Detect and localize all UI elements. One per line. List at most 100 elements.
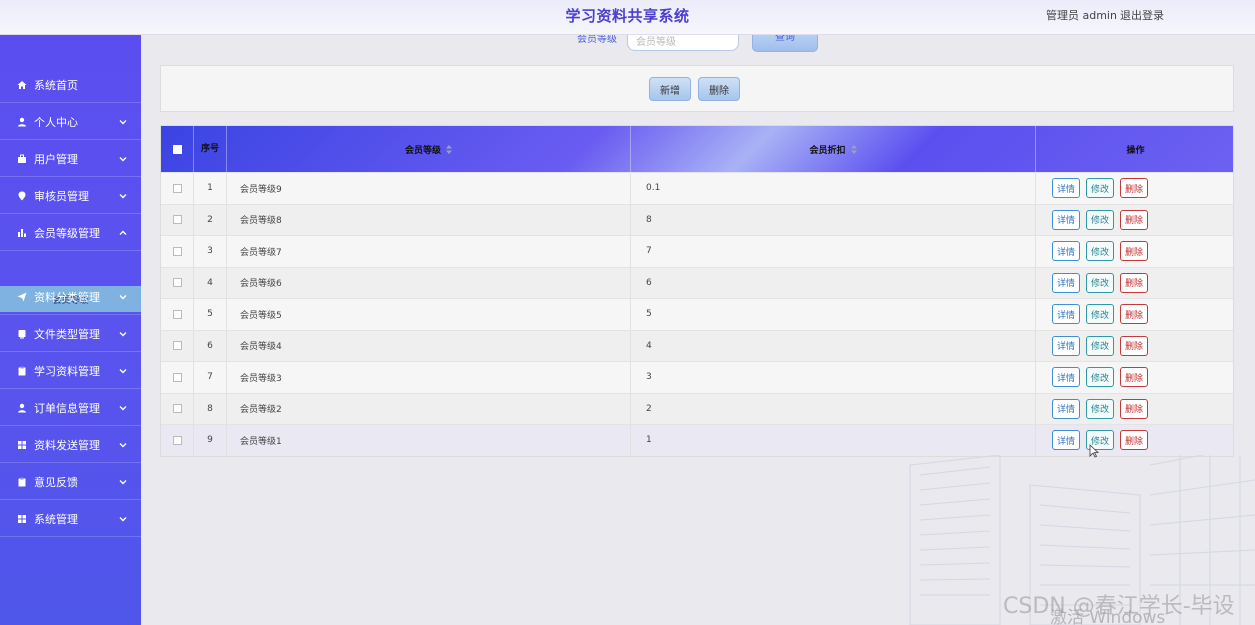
- chevron-down-icon: [119, 513, 127, 522]
- row-checkbox[interactable]: [172, 372, 182, 382]
- current-user: 管理员 admin: [1046, 9, 1117, 22]
- row-member-level: 会员等级1: [227, 425, 631, 456]
- table-row[interactable]: 4 会员等级6 6 详情 修改 删除: [161, 266, 1233, 298]
- row-checkbox[interactable]: [172, 183, 182, 193]
- edit-button[interactable]: 修改: [1086, 209, 1114, 230]
- row-member-discount: 0.1: [631, 173, 1036, 204]
- grid-icon: [16, 513, 28, 525]
- table-row[interactable]: 6 会员等级4 4 详情 修改 删除: [161, 329, 1235, 362]
- edit-button[interactable]: 修改: [1086, 335, 1114, 356]
- sidebar-item-label: 意见反馈: [34, 475, 78, 489]
- sidebar-item-member-level-management[interactable]: 会员等级管理: [0, 215, 141, 251]
- edit-button[interactable]: 修改: [1086, 304, 1114, 325]
- add-button[interactable]: 新增: [649, 77, 691, 101]
- row-actions: 详情 修改 删除: [1036, 362, 1235, 393]
- row-select-cell[interactable]: [161, 362, 194, 393]
- sidebar-item-user-management[interactable]: 用户管理: [0, 141, 141, 177]
- sidebar-item-file-type-management[interactable]: 文件类型管理: [0, 316, 141, 352]
- table-row[interactable]: 5 会员等级5 5 详情 修改 删除: [161, 298, 1233, 330]
- chevron-down-icon: [119, 439, 127, 448]
- edit-button[interactable]: 修改: [1086, 398, 1114, 419]
- chevron-down-icon: [119, 476, 127, 485]
- detail-button[interactable]: 详情: [1052, 209, 1080, 230]
- detail-button[interactable]: 详情: [1052, 241, 1080, 262]
- detail-button[interactable]: 详情: [1052, 430, 1080, 451]
- chevron-up-icon: [119, 227, 127, 235]
- row-select-cell[interactable]: [161, 425, 194, 456]
- row-select-cell[interactable]: [161, 236, 194, 267]
- sidebar-item-home[interactable]: 系统首页: [0, 67, 141, 103]
- detail-button[interactable]: 详情: [1052, 178, 1080, 199]
- chevron-down-icon: [119, 190, 127, 199]
- delete-button[interactable]: 删除: [1120, 398, 1148, 419]
- delete-button[interactable]: 删除: [1120, 241, 1148, 262]
- sidebar: 会员等级 系统首页 个人中心 用户管理 审核员管理 会员等级管理 资料分类管理 文件类型管理…: [0, 35, 141, 625]
- delete-button[interactable]: 删除: [1120, 430, 1148, 451]
- sidebar-item-label: 会员等级管理: [34, 226, 100, 240]
- clipboard-icon: [16, 365, 28, 377]
- row-index: 9: [194, 425, 227, 456]
- sort-icon[interactable]: [850, 144, 857, 154]
- delete-button[interactable]: 删除: [1120, 178, 1148, 199]
- row-checkbox[interactable]: [172, 278, 182, 288]
- chevron-down-icon: [119, 365, 127, 374]
- detail-button[interactable]: 详情: [1052, 272, 1080, 293]
- row-actions: 详情 修改 删除: [1036, 331, 1235, 362]
- sidebar-item-material-category-management[interactable]: 资料分类管理: [0, 279, 141, 315]
- delete-button[interactable]: 删除: [1120, 335, 1148, 356]
- grid-icon: [16, 439, 28, 451]
- sidebar-item-feedback[interactable]: 意见反馈: [0, 464, 141, 500]
- sidebar-item-personal-center[interactable]: 个人中心: [0, 104, 141, 140]
- detail-button[interactable]: 详情: [1052, 398, 1080, 419]
- header-select-all[interactable]: [161, 126, 194, 172]
- detail-button[interactable]: 详情: [1052, 335, 1080, 356]
- delete-button[interactable]: 删除: [1120, 209, 1148, 230]
- table-row[interactable]: 8 会员等级2 2 详情 修改 删除: [161, 392, 1233, 424]
- row-index: 7: [194, 362, 227, 393]
- edit-button[interactable]: 修改: [1086, 367, 1114, 388]
- row-actions: 详情 修改 删除: [1036, 236, 1235, 267]
- row-select-cell[interactable]: [161, 299, 194, 330]
- row-member-level: 会员等级7: [227, 236, 631, 267]
- header-level[interactable]: 会员等级: [227, 126, 631, 172]
- select-all-checkbox[interactable]: [172, 144, 182, 154]
- row-select-cell[interactable]: [161, 393, 194, 424]
- edit-button[interactable]: 修改: [1086, 241, 1114, 262]
- sidebar-item-label: 文件类型管理: [34, 327, 100, 341]
- edit-button[interactable]: 修改: [1086, 272, 1114, 293]
- row-checkbox[interactable]: [172, 215, 182, 225]
- delete-button[interactable]: 删除: [1120, 367, 1148, 388]
- briefcase-icon: [16, 153, 28, 165]
- row-select-cell[interactable]: [161, 267, 194, 298]
- detail-button[interactable]: 详情: [1052, 367, 1080, 388]
- edit-button[interactable]: 修改: [1086, 178, 1114, 199]
- table-row[interactable]: 3 会员等级7 7 详情 修改 删除: [161, 235, 1233, 267]
- delete-button[interactable]: 删除: [1120, 272, 1148, 293]
- table-row[interactable]: 2 会员等级8 8 详情 修改 删除: [161, 203, 1233, 235]
- row-checkbox[interactable]: [172, 404, 182, 414]
- header-discount[interactable]: 会员折扣: [631, 126, 1036, 172]
- row-select-cell[interactable]: [161, 330, 194, 361]
- row-member-level: 会员等级3: [227, 362, 631, 393]
- sort-icon[interactable]: [446, 144, 452, 154]
- delete-button[interactable]: 删除: [1120, 304, 1148, 325]
- sidebar-item-study-material-management[interactable]: 学习资料管理: [0, 353, 141, 389]
- batch-delete-button[interactable]: 删除: [698, 77, 740, 101]
- row-select-cell[interactable]: [161, 204, 194, 235]
- sidebar-item-label: 资料分类管理: [34, 290, 100, 304]
- sidebar-item-system-management[interactable]: 系统管理: [0, 501, 141, 537]
- table-row[interactable]: 7 会员等级3 3 详情 修改 删除: [161, 361, 1233, 393]
- row-checkbox[interactable]: [172, 341, 182, 351]
- row-checkbox[interactable]: [172, 435, 182, 445]
- sidebar-item-label: 资料发送管理: [34, 438, 100, 452]
- sidebar-item-material-send-management[interactable]: 资料发送管理: [0, 427, 141, 463]
- row-checkbox[interactable]: [172, 246, 182, 256]
- sidebar-item-reviewer-management[interactable]: 审核员管理: [0, 178, 141, 214]
- detail-button[interactable]: 详情: [1052, 304, 1080, 325]
- row-checkbox[interactable]: [172, 309, 182, 319]
- logout-link[interactable]: 退出登录: [1120, 7, 1164, 23]
- sidebar-item-order-info-management[interactable]: 订单信息管理: [0, 390, 141, 426]
- table-row[interactable]: 1 会员等级9 0.1 详情 修改 删除: [161, 172, 1233, 204]
- table-row[interactable]: 9 会员等级1 1 详情 修改 删除: [161, 424, 1233, 456]
- row-select-cell[interactable]: [161, 173, 194, 204]
